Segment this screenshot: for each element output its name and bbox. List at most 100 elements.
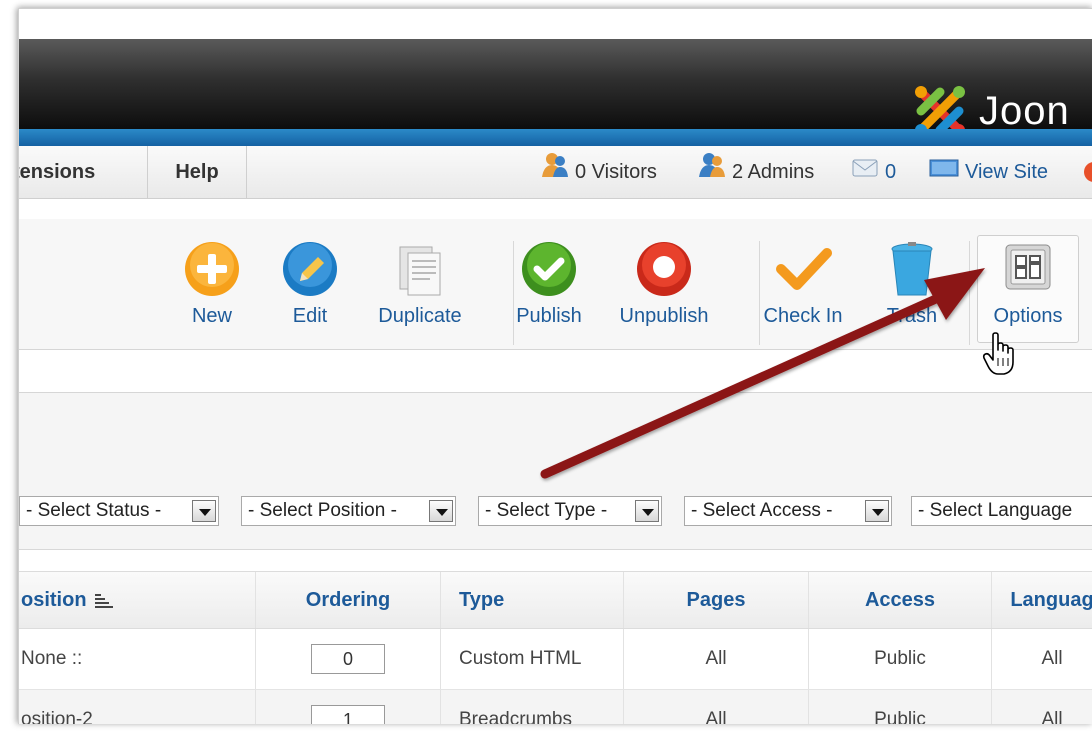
new-button[interactable]: New [157, 239, 267, 328]
unpublish-label: Unpublish [619, 305, 709, 327]
visitors-icon [541, 146, 569, 198]
modules-table: osition Ordering Type Pages Access Langu… [19, 571, 1092, 724]
admins-icon [698, 146, 726, 198]
menu-extensions-label: tensions [18, 161, 96, 183]
view-site-link[interactable]: View Site [929, 146, 1048, 198]
row-pages-text: All [705, 648, 727, 669]
dropdown-arrow-icon[interactable] [429, 500, 453, 522]
edit-label: Edit [292, 305, 328, 327]
options-icon [1005, 244, 1051, 290]
row-type-text: Custom HTML [459, 648, 582, 669]
publish-label: Publish [516, 305, 582, 327]
publish-button[interactable]: Publish [494, 239, 604, 328]
row-access-text: Public [874, 709, 926, 724]
position-select[interactable]: - Select Position - [241, 496, 456, 526]
status-visitors[interactable]: 0 Visitors [541, 146, 657, 198]
row-pages: All [624, 629, 809, 689]
row-language: All [992, 629, 1092, 689]
menu-bar: tensions Help 0 Visitors 2 Admins 0 View… [19, 146, 1092, 199]
row-language-text: All [1041, 648, 1063, 669]
access-select[interactable]: - Select Access - [684, 496, 892, 526]
table-row: None :: 0 Custom HTML All Public All [19, 629, 1092, 690]
logo-text: Joon [979, 88, 1070, 133]
table-header-row: osition Ordering Type Pages Access Langu… [19, 571, 1092, 629]
unpublish-button[interactable]: Unpublish [609, 239, 719, 328]
trash-button[interactable]: Trash [857, 239, 967, 328]
row-pages: All [624, 690, 809, 724]
row-language-text: All [1041, 709, 1063, 724]
menu-extensions[interactable]: tensions [18, 146, 148, 198]
header-pages[interactable]: Pages [624, 572, 809, 628]
ordering-input[interactable]: 1 [311, 705, 385, 724]
hand-cursor-icon [982, 332, 1014, 375]
messages-icon [851, 146, 879, 198]
checkin-button[interactable]: Check In [748, 239, 858, 328]
header-ordering-label: Ordering [305, 588, 391, 611]
visitors-label: 0 Visitors [575, 161, 657, 183]
browser-frame: Joon tensions Help 0 Visitors 2 Admins 0 [18, 8, 1092, 724]
row-access-text: Public [874, 648, 926, 669]
position-select-value: - Select Position - [248, 500, 397, 521]
dropdown-arrow-icon[interactable] [635, 500, 659, 522]
trash-icon [891, 242, 933, 296]
row-ordering: 0 [256, 629, 441, 689]
header-pages-label: Pages [686, 588, 746, 611]
duplicate-button[interactable]: Duplicate [365, 239, 475, 328]
header-access-label: Access [864, 588, 936, 611]
row-access: Public [809, 629, 992, 689]
ordering-input[interactable]: 0 [311, 644, 385, 674]
row-position: None :: [19, 629, 256, 689]
view-site-icon [929, 146, 959, 198]
check-circle-icon [522, 242, 576, 296]
stop-circle-icon [637, 242, 691, 296]
logout-icon [1084, 162, 1092, 182]
dropdown-arrow-icon[interactable] [192, 500, 216, 522]
messages-count: 0 [885, 161, 897, 183]
checkin-label: Check In [763, 305, 843, 327]
table-row: osition-2 1 Breadcrumbs All Public All [19, 690, 1092, 724]
menu-help-label: Help [175, 161, 219, 183]
logout-icon-partial[interactable] [1083, 146, 1092, 198]
header-strip [19, 129, 1092, 146]
options-label: Options [993, 305, 1063, 327]
toolbar: New Edit Duplicate Publish Unpublish Che… [19, 219, 1092, 350]
edit-button[interactable]: Edit [255, 239, 365, 328]
access-select-value: - Select Access - [691, 500, 833, 521]
row-position: osition-2 [19, 690, 256, 724]
view-site-label: View Site [965, 161, 1049, 183]
status-select[interactable]: - Select Status - [19, 496, 219, 526]
admin-header: Joon [19, 39, 1092, 136]
header-position[interactable]: osition [19, 572, 256, 628]
sort-ascending-icon [94, 594, 113, 608]
status-select-value: - Select Status - [26, 500, 162, 521]
row-ordering: 1 [256, 690, 441, 724]
row-position-text: None :: [21, 648, 83, 669]
row-type: Breadcrumbs [441, 690, 624, 724]
status-admins[interactable]: 2 Admins [698, 146, 814, 198]
menu-help[interactable]: Help [148, 146, 247, 198]
pencil-icon [283, 242, 337, 296]
trash-label: Trash [886, 305, 938, 327]
new-label: New [191, 305, 232, 327]
row-type: Custom HTML [441, 629, 624, 689]
type-select[interactable]: - Select Type - [478, 496, 662, 526]
plus-icon [185, 242, 239, 296]
row-type-text: Breadcrumbs [459, 709, 572, 724]
header-type[interactable]: Type [441, 572, 624, 628]
header-language-label: Languag [1010, 588, 1092, 611]
status-messages[interactable]: 0 [851, 146, 896, 198]
language-select[interactable]: - Select Language [911, 496, 1092, 526]
row-language: All [992, 690, 1092, 724]
admins-label: 2 Admins [732, 161, 815, 183]
header-access[interactable]: Access [809, 572, 992, 628]
options-button[interactable]: Options [973, 239, 1083, 328]
row-pages-text: All [705, 709, 727, 724]
header-language[interactable]: Languag [992, 572, 1092, 628]
toolbar-separator [969, 241, 970, 345]
dropdown-arrow-icon[interactable] [865, 500, 889, 522]
header-type-label: Type [459, 588, 505, 611]
header-ordering[interactable]: Ordering [256, 572, 441, 628]
duplicate-label: Duplicate [378, 305, 462, 327]
language-select-value: - Select Language [918, 500, 1073, 521]
row-access: Public [809, 690, 992, 724]
